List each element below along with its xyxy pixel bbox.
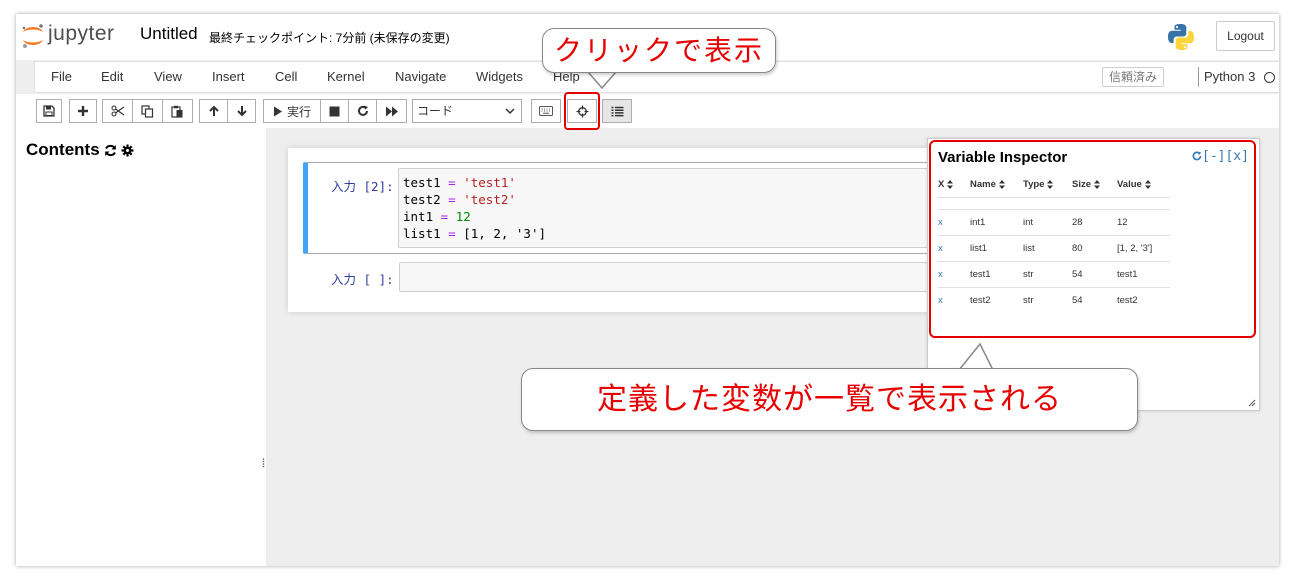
chevron-down-icon <box>505 108 515 115</box>
arrow-up-icon <box>208 105 219 116</box>
menu-navigate[interactable]: Navigate <box>395 69 446 84</box>
menu-file[interactable]: File <box>51 69 72 84</box>
restart-run-all-button[interactable] <box>376 99 407 123</box>
interrupt-button[interactable] <box>320 99 349 123</box>
code-line: list1 = [1, 2, '3'] <box>403 226 547 241</box>
kernel-separator <box>1198 67 1199 87</box>
kernel-name: Python 3 <box>1204 69 1256 84</box>
list-icon <box>611 106 623 116</box>
callout-top-tail <box>587 70 617 90</box>
code-input-empty[interactable] <box>399 262 958 292</box>
menu-view[interactable]: View <box>154 69 182 84</box>
logout-button[interactable]: Logout <box>1216 21 1275 51</box>
scissors-icon <box>110 105 124 117</box>
run-button[interactable]: 実行 <box>263 99 321 123</box>
menu-cell[interactable]: Cell <box>275 69 297 84</box>
refresh-icon <box>357 105 368 116</box>
arrow-down-icon <box>236 106 247 117</box>
paste-button[interactable] <box>162 99 193 123</box>
panel-resize-handle[interactable] <box>1248 399 1256 407</box>
menu-edit[interactable]: Edit <box>101 69 123 84</box>
code-line: test2 = 'test2' <box>403 192 516 207</box>
cell-type-value: コード <box>417 104 454 118</box>
move-up-button[interactable] <box>199 99 228 123</box>
code-input[interactable]: test1 = 'test1' test2 = 'test2' int1 = 1… <box>398 168 958 248</box>
plus-icon <box>78 106 88 116</box>
code-line: int1 = 12 <box>403 209 471 224</box>
trusted-indicator[interactable]: 信頼済み <box>1102 67 1165 87</box>
copy-button[interactable] <box>132 99 163 123</box>
jupyter-window: jupyter Untitled 最終チェックポイント: 7分前 (未保存の変更… <box>16 14 1279 566</box>
menu-kernel[interactable]: Kernel <box>327 69 365 84</box>
menu-insert[interactable]: Insert <box>212 69 245 84</box>
paste-icon <box>171 105 183 118</box>
move-down-button[interactable] <box>227 99 256 123</box>
command-palette-button[interactable] <box>531 99 561 123</box>
kernel-idle-icon <box>1264 72 1275 83</box>
inspector-button-highlight <box>564 92 600 130</box>
insert-cell-button[interactable] <box>69 99 97 123</box>
toc-sidebar: Contents <box>16 128 266 566</box>
gear-icon[interactable] <box>121 144 134 157</box>
input-prompt-empty: 入力 [ ]: <box>331 272 394 287</box>
input-prompt: 入力 [2]: <box>331 179 394 194</box>
code-cell-selected[interactable]: 入力 [2]: test1 = 'test1' test2 = 'test2' … <box>303 162 958 254</box>
toc-title: Contents <box>26 140 100 159</box>
sidebar-resize-handle[interactable] <box>262 458 265 468</box>
keyboard-icon <box>539 106 553 116</box>
toc-button[interactable] <box>602 99 632 123</box>
python-logo-icon <box>1168 24 1194 50</box>
jupyter-logo-text[interactable]: jupyter <box>48 22 115 46</box>
cell-type-select[interactable]: コード <box>412 99 522 123</box>
run-button-label: 実行 <box>286 104 311 119</box>
code-line: test1 = 'test1' <box>403 175 516 190</box>
notebook-container: 入力 [2]: test1 = 'test1' test2 = 'test2' … <box>288 148 958 312</box>
play-icon <box>273 106 282 116</box>
stop-icon <box>329 106 340 116</box>
fast-forward-icon <box>385 106 398 116</box>
callout-top: クリックで表示 <box>542 28 776 73</box>
checkpoint-status: 最終チェックポイント: 7分前 (未保存の変更) <box>209 31 450 45</box>
inspector-table-highlight <box>929 140 1256 338</box>
jupyter-logo-icon[interactable] <box>20 22 46 50</box>
toc-header: Contents <box>26 140 134 160</box>
menu-widgets[interactable]: Widgets <box>476 69 523 84</box>
copy-icon <box>141 104 154 118</box>
notebook-title[interactable]: Untitled <box>140 24 198 44</box>
refresh-icon[interactable] <box>104 144 117 157</box>
callout-bottom: 定義した変数が一覧で表示される <box>521 368 1138 431</box>
restart-button[interactable] <box>348 99 377 123</box>
save-icon <box>43 105 55 117</box>
save-button[interactable] <box>36 99 62 123</box>
toolbar: 実行 コード <box>16 94 1279 128</box>
cut-button[interactable] <box>102 99 133 123</box>
